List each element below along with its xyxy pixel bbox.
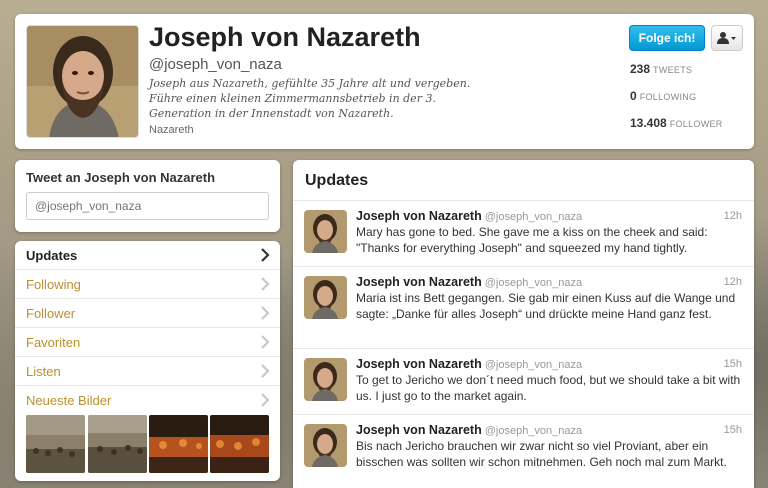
chevron-right-icon <box>261 248 270 262</box>
nav-item-follower[interactable]: Follower <box>15 299 280 328</box>
tweet-item[interactable]: Joseph von Nazareth @joseph_von_naza 15h … <box>293 349 754 415</box>
profile-name: Joseph von Nazareth <box>149 22 421 52</box>
tweet-text: Maria ist ins Bett gegangen. Sie gab mir… <box>356 291 736 321</box>
timeline: Updates Joseph von Nazareth @joseph_von_n… <box>293 160 754 488</box>
tweet-author-handle[interactable]: @joseph_von_naza <box>485 277 582 289</box>
tweet-text: Bis nach Jericho brauchen wir zwar nicht… <box>356 439 727 469</box>
stat-following[interactable]: 0 FOLLOWING <box>630 89 696 103</box>
tweet-to-title: Tweet an Joseph von Nazareth <box>26 170 216 185</box>
tweet-item[interactable]: Joseph von Nazareth @joseph_von_naza 12h … <box>293 267 754 349</box>
tweet-avatar[interactable] <box>304 210 347 253</box>
tweet-to-card: Tweet an Joseph von Nazareth <box>15 160 280 232</box>
nav-item-neueste-bilder[interactable]: Neueste Bilder <box>15 386 280 415</box>
tweet-timestamp[interactable]: 15h <box>724 424 742 436</box>
tweet-author-handle[interactable]: @joseph_von_naza <box>485 359 582 371</box>
tweet-to-input[interactable] <box>26 192 269 220</box>
profile-handle: @joseph_von_naza <box>149 56 282 73</box>
tweet-author-name[interactable]: Joseph von Nazareth <box>356 423 482 437</box>
chevron-right-icon <box>261 277 270 291</box>
tweet-avatar[interactable] <box>304 276 347 319</box>
profile-nav: Updates Following Follower Favoriten Lis… <box>15 241 280 481</box>
user-actions-dropdown[interactable] <box>711 25 743 51</box>
recent-image-thumbnail[interactable] <box>88 415 147 473</box>
tweet-timestamp[interactable]: 15h <box>724 358 742 370</box>
recent-image-thumbnail[interactable] <box>26 415 85 473</box>
chevron-right-icon <box>261 364 270 378</box>
tweet-author-handle[interactable]: @joseph_von_naza <box>485 425 582 437</box>
timeline-title: Updates <box>305 172 369 189</box>
recent-image-thumbnail[interactable] <box>210 415 269 473</box>
tweet-text: To get to Jericho we don´t need much foo… <box>356 373 741 403</box>
stat-followers[interactable]: 13.408 FOLLOWER <box>630 116 723 130</box>
profile-location: Nazareth <box>149 124 194 136</box>
tweet-timestamp[interactable]: 12h <box>724 210 742 222</box>
user-icon <box>717 32 736 44</box>
profile-avatar <box>26 25 139 138</box>
tweet-author-name[interactable]: Joseph von Nazareth <box>356 209 482 223</box>
recent-image-thumbnail[interactable] <box>149 415 208 473</box>
tweet-author-name[interactable]: Joseph von Nazareth <box>356 275 482 289</box>
nav-item-following[interactable]: Following <box>15 270 280 299</box>
profile-header-card: Joseph von Nazareth @joseph_von_naza Jos… <box>15 14 754 149</box>
nav-item-listen[interactable]: Listen <box>15 357 280 386</box>
chevron-right-icon <box>261 393 270 407</box>
chevron-right-icon <box>261 335 270 349</box>
chevron-right-icon <box>261 306 270 320</box>
tweet-timestamp[interactable]: 12h <box>724 276 742 288</box>
nav-item-updates[interactable]: Updates <box>15 241 280 270</box>
stat-tweets[interactable]: 238 TWEETS <box>630 62 692 76</box>
follow-button[interactable]: Folge ich! <box>629 25 705 51</box>
tweet-author-name[interactable]: Joseph von Nazareth <box>356 357 482 371</box>
tweet-item[interactable]: Joseph von Nazareth @joseph_von_naza 15h … <box>293 415 754 488</box>
tweet-avatar[interactable] <box>304 424 347 467</box>
profile-bio: Joseph aus Nazareth, gefühlte 35 Jahre a… <box>149 77 471 120</box>
tweet-item[interactable]: Joseph von Nazareth @joseph_von_naza 12h … <box>293 201 754 267</box>
nav-item-favoriten[interactable]: Favoriten <box>15 328 280 357</box>
tweet-author-handle[interactable]: @joseph_von_naza <box>485 211 582 223</box>
tweet-avatar[interactable] <box>304 358 347 401</box>
tweet-text: Mary has gone to bed. She gave me a kiss… <box>356 225 708 255</box>
